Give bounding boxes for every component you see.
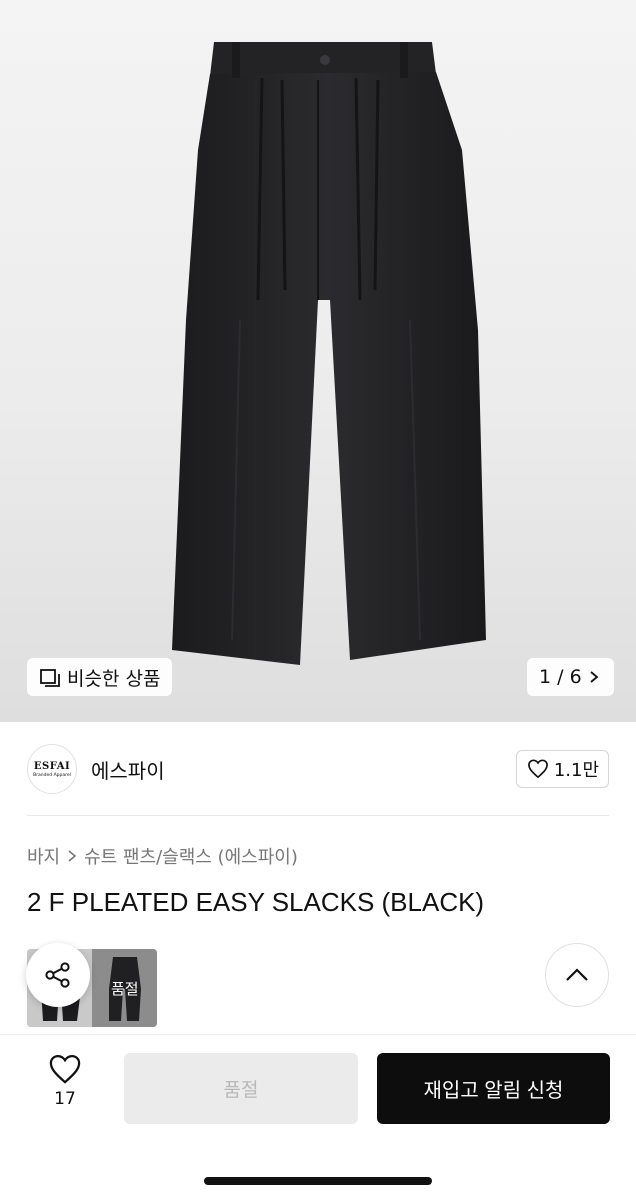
chevron-right-icon (590, 671, 599, 683)
share-icon (45, 962, 70, 988)
soldout-button[interactable]: 품절 (124, 1053, 358, 1124)
product-image-gallery[interactable]: 비슷한 상품 1 / 6 (0, 0, 636, 722)
chevron-up-icon (566, 968, 588, 981)
similar-products-icon (40, 669, 60, 687)
seller-like-count: 1.1만 (553, 760, 599, 781)
scroll-to-top-button[interactable] (545, 943, 609, 1007)
heart-outline-icon (49, 1054, 81, 1084)
section-divider (27, 815, 609, 816)
similar-products-button[interactable]: 비슷한 상품 (27, 658, 173, 696)
share-button[interactable] (26, 943, 90, 1007)
breadcrumb-category[interactable]: 바지 (27, 843, 60, 869)
wishlist-button[interactable]: 17 (40, 1054, 90, 1109)
soldout-thumbnail-label: 품절 (111, 980, 139, 998)
product-title: 2 F PLEATED EASY SLACKS (BLACK) (27, 887, 485, 917)
seller-name[interactable]: 에스파이 (91, 755, 165, 784)
breadcrumb: 바지 슈트 팬츠/슬랙스 (에스파이) (27, 843, 298, 869)
seller-follow-button[interactable]: 1.1만 (515, 750, 609, 788)
restock-alert-button[interactable]: 재입고 알림 신청 (377, 1053, 610, 1124)
breadcrumb-subcategory[interactable]: 슈트 팬츠/슬랙스 (에스파이) (84, 843, 298, 869)
seller-row[interactable]: ESFAI Branded Apparel 에스파이 1.1만 (27, 744, 609, 794)
wishlist-count: 17 (54, 1089, 76, 1109)
seller-logo-tagline: Branded Apparel (33, 772, 71, 778)
chevron-right-icon (68, 850, 77, 862)
seller-logo-mark: ESFAI (33, 760, 71, 772)
heart-outline-icon (527, 759, 548, 779)
home-indicator (204, 1177, 432, 1185)
seller-logo[interactable]: ESFAI Branded Apparel (27, 744, 77, 794)
similar-products-label: 비슷한 상품 (67, 667, 161, 690)
image-pager-count: 1 / 6 (539, 666, 582, 688)
image-pager[interactable]: 1 / 6 (527, 658, 614, 696)
product-photo (172, 42, 486, 665)
